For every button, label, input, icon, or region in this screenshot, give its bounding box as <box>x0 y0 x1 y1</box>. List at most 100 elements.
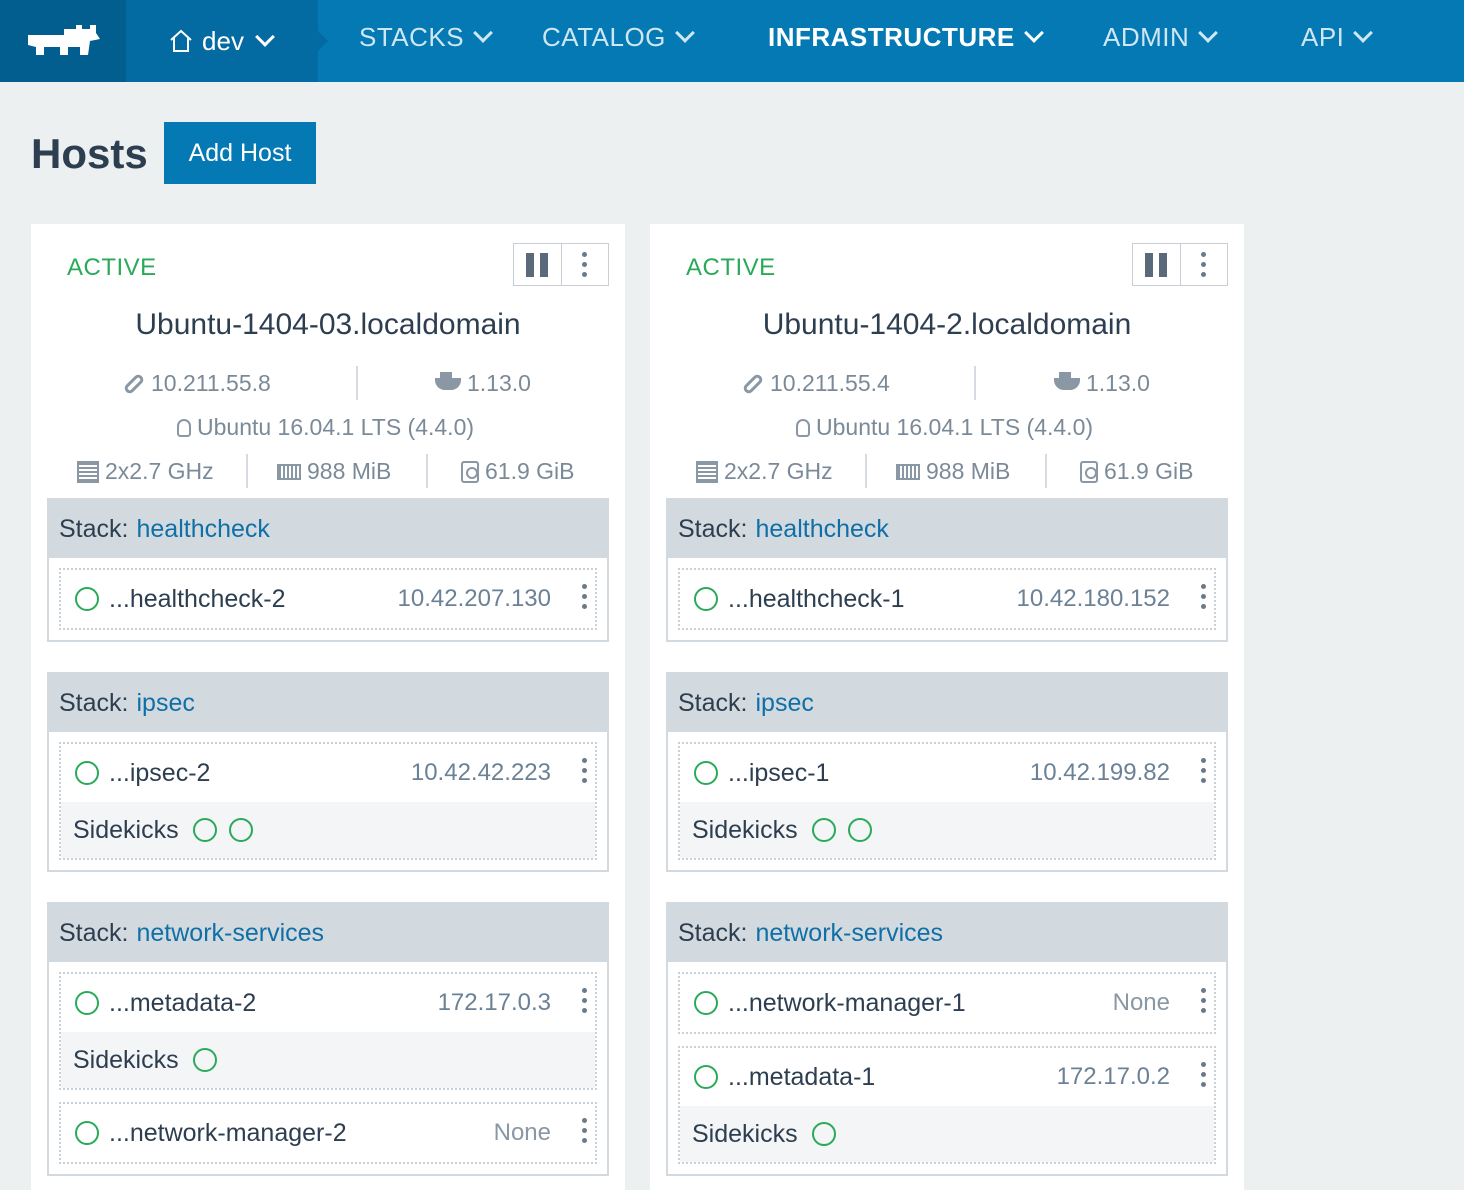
host-state: ACTIVE <box>686 254 776 281</box>
environment-switcher[interactable]: dev <box>126 0 328 82</box>
container-name[interactable]: ...network-manager-2 <box>109 1119 347 1148</box>
top-nav: dev STACKS CATALOG INFRASTRUCTURE ADMIN … <box>0 0 1464 82</box>
container-name[interactable]: ...healthcheck-1 <box>728 585 905 614</box>
container-menu-icon[interactable] <box>582 988 587 1013</box>
host-cpu: 2x2.7 GHz <box>696 458 833 485</box>
container-name[interactable]: ...ipsec-1 <box>728 759 829 788</box>
host-memory: 988 MiB <box>896 458 1010 485</box>
stack-panel: Stack: healthcheck ...healthcheck-1 10.4… <box>666 498 1228 642</box>
chevron-down-icon <box>674 23 695 43</box>
container-menu-icon[interactable] <box>1201 758 1206 783</box>
status-circle-icon <box>75 991 99 1015</box>
linux-icon <box>177 418 191 437</box>
container-ip: None <box>1112 989 1170 1016</box>
container-name[interactable]: ...network-manager-1 <box>728 989 966 1018</box>
pause-icon <box>1145 252 1168 277</box>
docker-version-value: 1.13.0 <box>467 370 531 396</box>
sidekick-status-icon[interactable] <box>192 818 217 842</box>
host-name[interactable]: Ubuntu-1404-2.localdomain <box>650 308 1244 342</box>
container-item: ...metadata-1 172.17.0.2 Sidekicks <box>678 1046 1216 1164</box>
status-circle-icon <box>694 1065 718 1089</box>
nav-catalog[interactable]: CATALOG <box>542 0 696 74</box>
container-menu-icon[interactable] <box>1201 988 1206 1013</box>
container-ip: None <box>493 1119 551 1146</box>
nav-admin[interactable]: ADMIN <box>1103 0 1219 74</box>
nav-stacks-label: STACKS <box>359 21 465 52</box>
sidekicks-row: Sidekicks <box>61 1032 595 1088</box>
container-menu-icon[interactable] <box>582 758 587 783</box>
stack-prefix: Stack: <box>678 688 748 717</box>
docker-version: 1.13.0 <box>1054 370 1150 397</box>
docker-icon <box>1054 371 1080 390</box>
nav-infrastructure[interactable]: INFRASTRUCTURE <box>768 0 1045 74</box>
container-name[interactable]: ...healthcheck-2 <box>109 585 286 614</box>
container-item: ...healthcheck-2 10.42.207.130 <box>59 568 597 630</box>
host-menu-button[interactable] <box>562 244 609 285</box>
sidekick-status-icon[interactable] <box>811 1122 836 1146</box>
container-name[interactable]: ...metadata-2 <box>109 989 256 1018</box>
divider <box>426 454 428 488</box>
stack-header: Stack: network-services <box>49 904 607 962</box>
container-ip: 10.42.42.223 <box>410 759 551 786</box>
sidekicks-label: Sidekicks <box>73 815 179 844</box>
host-ip-value: 10.211.55.8 <box>151 370 271 396</box>
container-ip: 10.42.207.130 <box>397 585 551 612</box>
more-vertical-icon <box>582 252 588 277</box>
nav-api[interactable]: API <box>1301 0 1374 74</box>
pause-button[interactable] <box>514 244 562 285</box>
container-menu-icon[interactable] <box>1201 1062 1206 1087</box>
docker-version-value: 1.13.0 <box>1086 370 1150 396</box>
stack-link[interactable]: healthcheck <box>755 515 888 544</box>
pause-button[interactable] <box>1133 244 1181 285</box>
nav-infrastructure-label: INFRASTRUCTURE <box>768 21 1015 52</box>
host-state: ACTIVE <box>67 254 157 281</box>
container-menu-icon[interactable] <box>582 1118 587 1143</box>
linux-icon <box>796 418 810 437</box>
more-vertical-icon <box>1201 252 1207 277</box>
stack-link[interactable]: ipsec <box>755 689 813 718</box>
container-name[interactable]: ...ipsec-2 <box>109 759 210 788</box>
stack-header: Stack: healthcheck <box>49 500 607 558</box>
host-os: Ubuntu 16.04.1 LTS (4.4.0) <box>177 414 474 441</box>
host-ip: 10.211.55.4 <box>741 370 890 397</box>
disk-icon <box>1080 460 1098 483</box>
sidekick-status-icon[interactable] <box>847 818 872 842</box>
stack-link[interactable]: ipsec <box>136 689 194 718</box>
host-actions <box>513 243 609 286</box>
container-menu-icon[interactable] <box>1201 584 1206 609</box>
stack-link[interactable]: network-services <box>755 919 943 948</box>
chevron-down-icon <box>1198 23 1219 43</box>
rancher-cow-icon <box>28 25 100 55</box>
stack-link[interactable]: network-services <box>136 919 324 948</box>
divider <box>356 366 358 400</box>
nav-stacks[interactable]: STACKS <box>359 0 494 74</box>
environment-label: dev <box>202 25 244 56</box>
sidekick-status-icon[interactable] <box>228 818 253 842</box>
chevron-down-icon <box>473 23 494 43</box>
host-name[interactable]: Ubuntu-1404-03.localdomain <box>31 308 625 342</box>
add-host-button[interactable]: Add Host <box>164 122 316 184</box>
host-ip: 10.211.55.8 <box>122 370 271 397</box>
sidekick-status-icon[interactable] <box>192 1048 217 1072</box>
container-name[interactable]: ...metadata-1 <box>728 1063 875 1092</box>
rancher-logo[interactable] <box>0 0 126 82</box>
stack-link[interactable]: healthcheck <box>136 515 269 544</box>
host-cpu-value: 2x2.7 GHz <box>724 458 833 484</box>
docker-version: 1.13.0 <box>435 370 531 397</box>
page-title: Hosts <box>31 130 148 177</box>
host-storage: 61.9 GiB <box>1080 458 1194 485</box>
link-icon <box>122 372 146 395</box>
container-menu-icon[interactable] <box>582 584 587 609</box>
status-circle-icon <box>694 587 718 611</box>
container-ip: 172.17.0.2 <box>1056 1063 1170 1090</box>
host-os-value: Ubuntu 16.04.1 LTS (4.4.0) <box>197 414 475 440</box>
nav-admin-label: ADMIN <box>1103 21 1190 52</box>
divider <box>974 366 976 400</box>
sidekicks-row: Sidekicks <box>680 1106 1214 1162</box>
container-item: ...network-manager-1 None <box>678 972 1216 1034</box>
host-os: Ubuntu 16.04.1 LTS (4.4.0) <box>796 414 1093 441</box>
home-icon <box>170 29 192 52</box>
sidekick-status-icon[interactable] <box>811 818 836 842</box>
pause-icon <box>526 252 549 277</box>
host-menu-button[interactable] <box>1181 244 1228 285</box>
